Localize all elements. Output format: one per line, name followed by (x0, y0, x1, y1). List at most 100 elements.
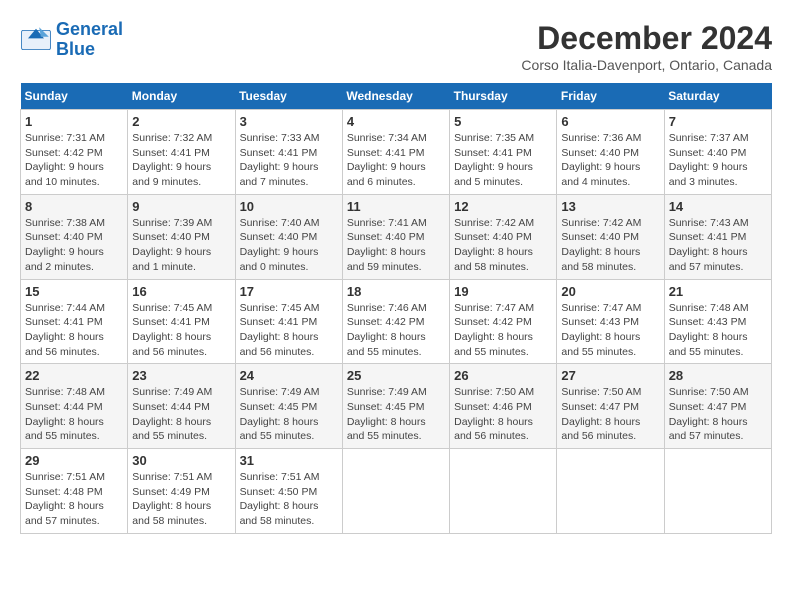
day-info: Sunrise: 7:42 AMSunset: 4:40 PMDaylight:… (561, 216, 659, 275)
calendar-week-2: 8 Sunrise: 7:38 AMSunset: 4:40 PMDayligh… (21, 194, 772, 279)
day-info: Sunrise: 7:34 AMSunset: 4:41 PMDaylight:… (347, 131, 445, 190)
calendar-cell: 29 Sunrise: 7:51 AMSunset: 4:48 PMDaylig… (21, 449, 128, 534)
calendar-cell: 8 Sunrise: 7:38 AMSunset: 4:40 PMDayligh… (21, 194, 128, 279)
day-number: 19 (454, 284, 552, 299)
calendar-cell: 17 Sunrise: 7:45 AMSunset: 4:41 PMDaylig… (235, 279, 342, 364)
calendar-cell: 13 Sunrise: 7:42 AMSunset: 4:40 PMDaylig… (557, 194, 664, 279)
day-number: 12 (454, 199, 552, 214)
calendar-cell: 16 Sunrise: 7:45 AMSunset: 4:41 PMDaylig… (128, 279, 235, 364)
header-row: SundayMondayTuesdayWednesdayThursdayFrid… (21, 83, 772, 110)
calendar-cell: 27 Sunrise: 7:50 AMSunset: 4:47 PMDaylig… (557, 364, 664, 449)
day-number: 3 (240, 114, 338, 129)
day-number: 27 (561, 368, 659, 383)
calendar-cell: 30 Sunrise: 7:51 AMSunset: 4:49 PMDaylig… (128, 449, 235, 534)
day-info: Sunrise: 7:47 AMSunset: 4:42 PMDaylight:… (454, 301, 552, 360)
calendar-cell: 2 Sunrise: 7:32 AMSunset: 4:41 PMDayligh… (128, 110, 235, 195)
calendar-cell: 19 Sunrise: 7:47 AMSunset: 4:42 PMDaylig… (450, 279, 557, 364)
calendar-cell: 3 Sunrise: 7:33 AMSunset: 4:41 PMDayligh… (235, 110, 342, 195)
calendar-cell: 6 Sunrise: 7:36 AMSunset: 4:40 PMDayligh… (557, 110, 664, 195)
day-number: 1 (25, 114, 123, 129)
calendar-cell: 28 Sunrise: 7:50 AMSunset: 4:47 PMDaylig… (664, 364, 771, 449)
day-info: Sunrise: 7:43 AMSunset: 4:41 PMDaylight:… (669, 216, 767, 275)
calendar-cell: 18 Sunrise: 7:46 AMSunset: 4:42 PMDaylig… (342, 279, 449, 364)
day-number: 17 (240, 284, 338, 299)
day-info: Sunrise: 7:38 AMSunset: 4:40 PMDaylight:… (25, 216, 123, 275)
header-day-friday: Friday (557, 83, 664, 110)
day-number: 30 (132, 453, 230, 468)
header-day-wednesday: Wednesday (342, 83, 449, 110)
header-day-thursday: Thursday (450, 83, 557, 110)
day-info: Sunrise: 7:44 AMSunset: 4:41 PMDaylight:… (25, 301, 123, 360)
calendar-cell: 5 Sunrise: 7:35 AMSunset: 4:41 PMDayligh… (450, 110, 557, 195)
calendar-table: SundayMondayTuesdayWednesdayThursdayFrid… (20, 83, 772, 534)
header-day-sunday: Sunday (21, 83, 128, 110)
day-info: Sunrise: 7:48 AMSunset: 4:44 PMDaylight:… (25, 385, 123, 444)
day-info: Sunrise: 7:33 AMSunset: 4:41 PMDaylight:… (240, 131, 338, 190)
day-number: 31 (240, 453, 338, 468)
day-info: Sunrise: 7:51 AMSunset: 4:49 PMDaylight:… (132, 470, 230, 529)
day-number: 18 (347, 284, 445, 299)
day-number: 7 (669, 114, 767, 129)
header-day-saturday: Saturday (664, 83, 771, 110)
calendar-cell: 4 Sunrise: 7:34 AMSunset: 4:41 PMDayligh… (342, 110, 449, 195)
day-info: Sunrise: 7:32 AMSunset: 4:41 PMDaylight:… (132, 131, 230, 190)
day-info: Sunrise: 7:36 AMSunset: 4:40 PMDaylight:… (561, 131, 659, 190)
logo-text: General Blue (56, 20, 123, 60)
day-number: 23 (132, 368, 230, 383)
calendar-cell: 31 Sunrise: 7:51 AMSunset: 4:50 PMDaylig… (235, 449, 342, 534)
day-info: Sunrise: 7:39 AMSunset: 4:40 PMDaylight:… (132, 216, 230, 275)
calendar-week-4: 22 Sunrise: 7:48 AMSunset: 4:44 PMDaylig… (21, 364, 772, 449)
day-info: Sunrise: 7:45 AMSunset: 4:41 PMDaylight:… (132, 301, 230, 360)
day-info: Sunrise: 7:42 AMSunset: 4:40 PMDaylight:… (454, 216, 552, 275)
calendar-week-5: 29 Sunrise: 7:51 AMSunset: 4:48 PMDaylig… (21, 449, 772, 534)
day-info: Sunrise: 7:35 AMSunset: 4:41 PMDaylight:… (454, 131, 552, 190)
logo: General Blue (20, 20, 123, 60)
day-number: 15 (25, 284, 123, 299)
day-info: Sunrise: 7:41 AMSunset: 4:40 PMDaylight:… (347, 216, 445, 275)
calendar-cell: 23 Sunrise: 7:49 AMSunset: 4:44 PMDaylig… (128, 364, 235, 449)
subtitle: Corso Italia-Davenport, Ontario, Canada (521, 57, 772, 73)
calendar-cell: 24 Sunrise: 7:49 AMSunset: 4:45 PMDaylig… (235, 364, 342, 449)
calendar-cell: 21 Sunrise: 7:48 AMSunset: 4:43 PMDaylig… (664, 279, 771, 364)
day-number: 10 (240, 199, 338, 214)
calendar-cell: 10 Sunrise: 7:40 AMSunset: 4:40 PMDaylig… (235, 194, 342, 279)
day-number: 28 (669, 368, 767, 383)
day-info: Sunrise: 7:47 AMSunset: 4:43 PMDaylight:… (561, 301, 659, 360)
calendar-cell (557, 449, 664, 534)
calendar-cell: 15 Sunrise: 7:44 AMSunset: 4:41 PMDaylig… (21, 279, 128, 364)
day-info: Sunrise: 7:50 AMSunset: 4:46 PMDaylight:… (454, 385, 552, 444)
calendar-cell (342, 449, 449, 534)
calendar-week-1: 1 Sunrise: 7:31 AMSunset: 4:42 PMDayligh… (21, 110, 772, 195)
day-number: 21 (669, 284, 767, 299)
day-info: Sunrise: 7:48 AMSunset: 4:43 PMDaylight:… (669, 301, 767, 360)
day-info: Sunrise: 7:45 AMSunset: 4:41 PMDaylight:… (240, 301, 338, 360)
calendar-week-3: 15 Sunrise: 7:44 AMSunset: 4:41 PMDaylig… (21, 279, 772, 364)
day-number: 20 (561, 284, 659, 299)
day-info: Sunrise: 7:37 AMSunset: 4:40 PMDaylight:… (669, 131, 767, 190)
header-day-monday: Monday (128, 83, 235, 110)
day-number: 6 (561, 114, 659, 129)
calendar-cell: 9 Sunrise: 7:39 AMSunset: 4:40 PMDayligh… (128, 194, 235, 279)
day-info: Sunrise: 7:50 AMSunset: 4:47 PMDaylight:… (561, 385, 659, 444)
day-info: Sunrise: 7:49 AMSunset: 4:45 PMDaylight:… (240, 385, 338, 444)
day-number: 5 (454, 114, 552, 129)
calendar-cell (664, 449, 771, 534)
day-info: Sunrise: 7:51 AMSunset: 4:50 PMDaylight:… (240, 470, 338, 529)
calendar-cell: 26 Sunrise: 7:50 AMSunset: 4:46 PMDaylig… (450, 364, 557, 449)
day-number: 22 (25, 368, 123, 383)
day-number: 24 (240, 368, 338, 383)
calendar-cell: 1 Sunrise: 7:31 AMSunset: 4:42 PMDayligh… (21, 110, 128, 195)
day-number: 25 (347, 368, 445, 383)
day-info: Sunrise: 7:46 AMSunset: 4:42 PMDaylight:… (347, 301, 445, 360)
day-info: Sunrise: 7:50 AMSunset: 4:47 PMDaylight:… (669, 385, 767, 444)
day-number: 14 (669, 199, 767, 214)
header-day-tuesday: Tuesday (235, 83, 342, 110)
day-number: 9 (132, 199, 230, 214)
title-section: December 2024 Corso Italia-Davenport, On… (521, 20, 772, 73)
calendar-cell (450, 449, 557, 534)
day-info: Sunrise: 7:51 AMSunset: 4:48 PMDaylight:… (25, 470, 123, 529)
day-info: Sunrise: 7:40 AMSunset: 4:40 PMDaylight:… (240, 216, 338, 275)
day-number: 4 (347, 114, 445, 129)
day-number: 29 (25, 453, 123, 468)
logo-icon (20, 24, 52, 56)
